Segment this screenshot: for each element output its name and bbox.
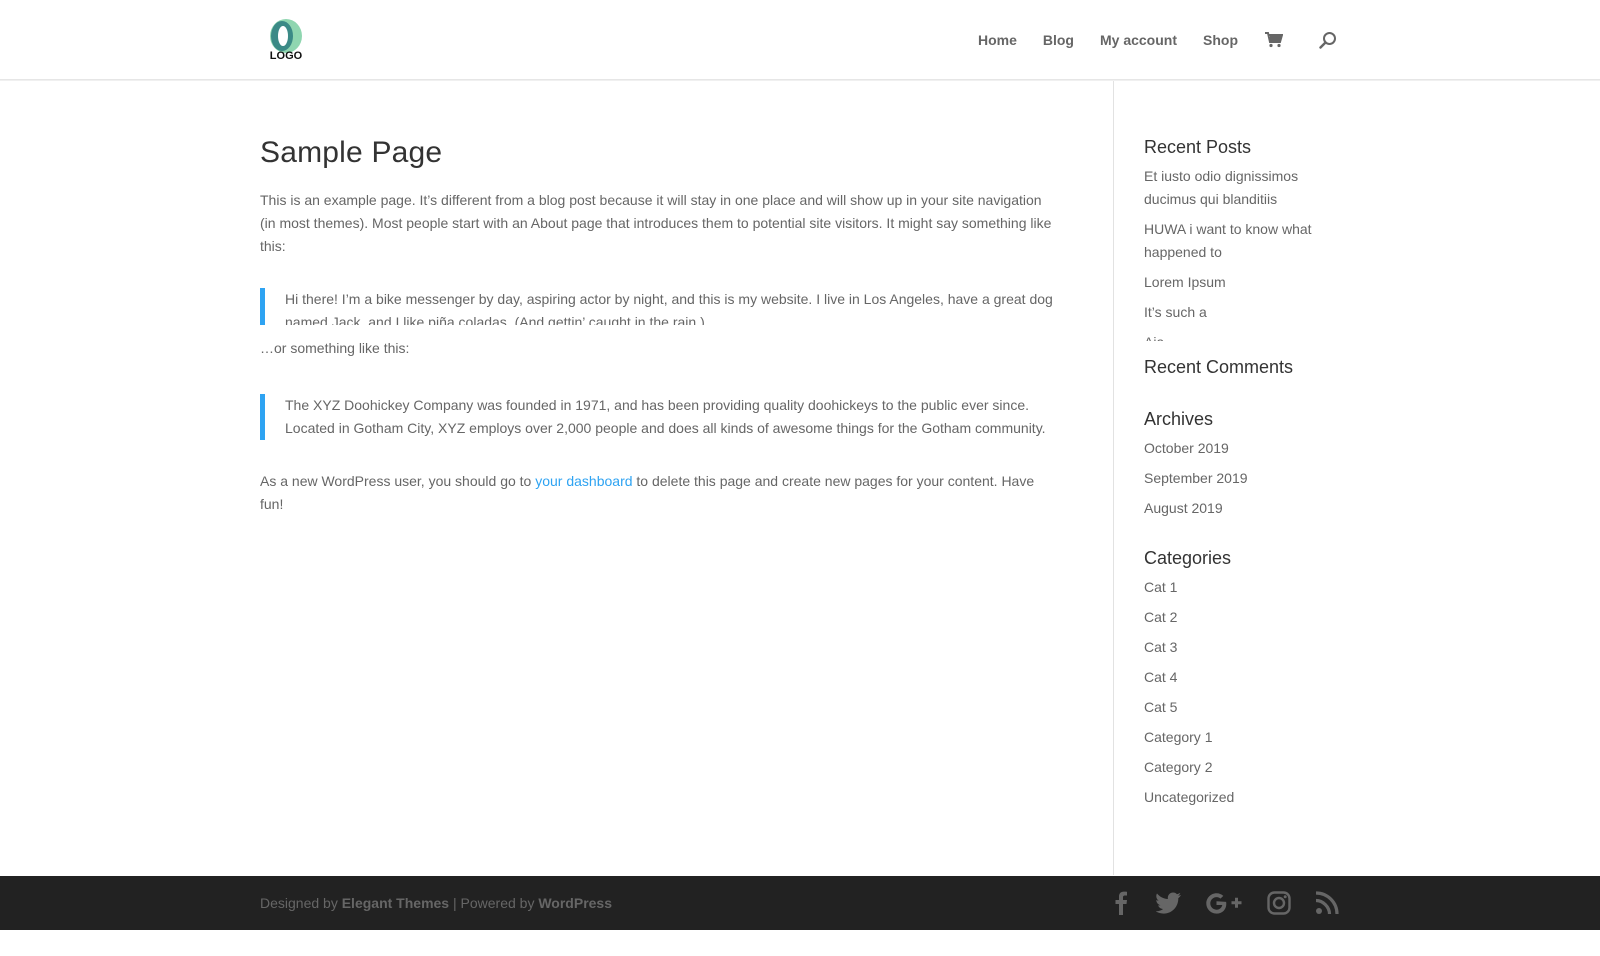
sidebar: Recent Posts Et iusto odio dignissimos d… — [1144, 135, 1354, 816]
nav-my-account[interactable]: My account — [1100, 32, 1177, 48]
designed-by-text: Designed by — [260, 895, 342, 911]
facebook-icon[interactable] — [1108, 890, 1134, 916]
category-item[interactable]: Cat 1 — [1144, 576, 1354, 599]
widget-recent-posts: Recent Posts Et iusto odio dignissimos d… — [1144, 135, 1354, 341]
site-logo[interactable]: LOGO — [266, 18, 306, 62]
category-item[interactable]: Cat 4 — [1144, 666, 1354, 689]
widget-title-archives: Archives — [1144, 409, 1214, 429]
recent-post-item[interactable]: Aja — [1144, 331, 1354, 341]
widget-archives: Archives October 2019 September 2019 Aug… — [1144, 407, 1354, 520]
archive-item[interactable]: September 2019 — [1144, 467, 1354, 490]
dashboard-link[interactable]: your dashboard — [535, 473, 632, 489]
category-item[interactable]: Category 2 — [1144, 756, 1354, 779]
main-nav: Home Blog My account Shop — [978, 28, 1338, 52]
site-header: LOGO Home Blog My account Shop — [0, 0, 1600, 80]
rss-icon[interactable] — [1314, 890, 1340, 916]
twitter-icon[interactable] — [1156, 890, 1182, 916]
google-plus-icon[interactable] — [1204, 890, 1244, 916]
footer-credits: Designed by Elegant Themes | Powered by … — [260, 894, 612, 912]
quote-text: The XYZ Doohickey Company was founded in… — [285, 397, 1046, 436]
blockquote-doohickey: The XYZ Doohickey Company was founded in… — [260, 394, 1060, 440]
recent-post-item[interactable]: Et iusto odio dignissimos ducimus qui bl… — [1144, 165, 1354, 211]
closing-paragraph: As a new WordPress user, you should go t… — [260, 470, 1060, 516]
categories-list: Cat 1 Cat 2 Cat 3 Cat 4 Cat 5 Category 1… — [1144, 576, 1354, 809]
nav-home[interactable]: Home — [978, 32, 1017, 48]
category-item[interactable]: Cat 2 — [1144, 606, 1354, 629]
instagram-icon[interactable] — [1266, 890, 1292, 916]
main-area: Sample Page This is an example page. It’… — [0, 81, 1600, 875]
page-title: Sample Page — [260, 136, 443, 169]
powered-by-text: | Powered by — [449, 895, 539, 911]
search-icon[interactable] — [1318, 30, 1338, 50]
nav-blog[interactable]: Blog — [1043, 32, 1074, 48]
page-content: Sample Page This is an example page. It’… — [260, 135, 1060, 516]
category-item[interactable]: Cat 5 — [1144, 696, 1354, 719]
recent-posts-list: Et iusto odio dignissimos ducimus qui bl… — [1144, 165, 1354, 341]
blockquote-bike-messenger: Hi there! I’m a bike messenger by day, a… — [260, 288, 1060, 325]
archive-item[interactable]: August 2019 — [1144, 497, 1354, 520]
recent-post-item[interactable]: Lorem Ipsum — [1144, 271, 1354, 294]
nav-shop[interactable]: Shop — [1203, 32, 1238, 48]
widget-recent-comments: Recent Comments — [1144, 355, 1354, 379]
intro-paragraph: This is an example page. It’s different … — [260, 192, 1052, 254]
archive-item[interactable]: October 2019 — [1144, 437, 1354, 460]
social-icons — [1108, 890, 1340, 916]
archives-list: October 2019 September 2019 August 2019 — [1144, 437, 1354, 520]
category-item[interactable]: Uncategorized — [1144, 786, 1354, 809]
widget-categories: Categories Cat 1 Cat 2 Cat 3 Cat 4 Cat 5… — [1144, 546, 1354, 809]
wordpress-link[interactable]: WordPress — [538, 895, 612, 911]
widget-title-categories: Categories — [1144, 548, 1232, 568]
recent-post-item[interactable]: It’s such a — [1144, 301, 1354, 324]
widget-title-recent-posts: Recent Posts — [1144, 137, 1252, 157]
svg-text:LOGO: LOGO — [270, 50, 303, 62]
category-item[interactable]: Category 1 — [1144, 726, 1354, 749]
recent-post-item[interactable]: HUWA i want to know what happened to — [1144, 218, 1354, 264]
widget-title-recent-comments: Recent Comments — [1144, 357, 1294, 377]
closing-text-before: As a new WordPress user, you should go t… — [260, 473, 536, 489]
site-footer: Designed by Elegant Themes | Powered by … — [0, 876, 1600, 930]
elegant-themes-link[interactable]: Elegant Themes — [342, 895, 449, 911]
category-item[interactable]: Cat 3 — [1144, 636, 1354, 659]
quote-text: Hi there! I’m a bike messenger by day, a… — [285, 291, 1053, 325]
or-paragraph: …or something like this: — [260, 340, 410, 356]
sidebar-divider — [1113, 81, 1114, 875]
cart-icon[interactable] — [1264, 30, 1284, 50]
